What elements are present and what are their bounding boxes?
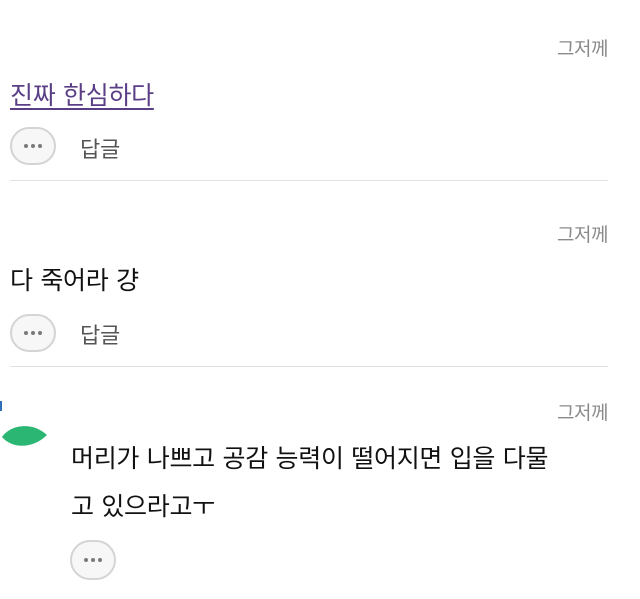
- ellipsis-icon: [84, 558, 102, 562]
- more-options-button[interactable]: [10, 314, 56, 352]
- ellipsis-icon: [24, 331, 42, 335]
- comment-date: 그저께: [557, 402, 608, 424]
- comment-item: 그저께 머리가 나쁘고 공감 능력이 떨어지면 입을 다물 고 있으라고ㅜ: [0, 367, 640, 599]
- comment-date: 그저께: [557, 38, 608, 60]
- comment-text-line-1: 머리가 나쁘고 공감 능력이 떨어지면 입을 다물: [71, 444, 549, 473]
- comment-item: 그저께 다 죽어라 걍 답글: [0, 182, 640, 366]
- comment-text-link[interactable]: 진짜 한심하다: [10, 74, 154, 118]
- leaf-icon: [2, 426, 47, 446]
- ellipsis-icon: [24, 144, 42, 148]
- comment-list: 그저께 진짜 한심하다 답글 그저께 다 죽어라 걍 답글 그저께 머리가 나쁘…: [0, 0, 640, 599]
- comment-date: 그저께: [557, 224, 608, 246]
- more-options-button[interactable]: [10, 127, 56, 165]
- comment-item: 그저께 진짜 한심하다 답글: [0, 0, 640, 182]
- divider: [10, 180, 608, 181]
- reply-button[interactable]: 답글: [80, 318, 120, 350]
- comment-text: 다 죽어라 걍: [10, 266, 139, 295]
- reply-button[interactable]: 답글: [80, 132, 120, 164]
- more-options-button[interactable]: [70, 540, 116, 580]
- comment-text-line-2: 고 있으라고ㅜ: [71, 492, 215, 521]
